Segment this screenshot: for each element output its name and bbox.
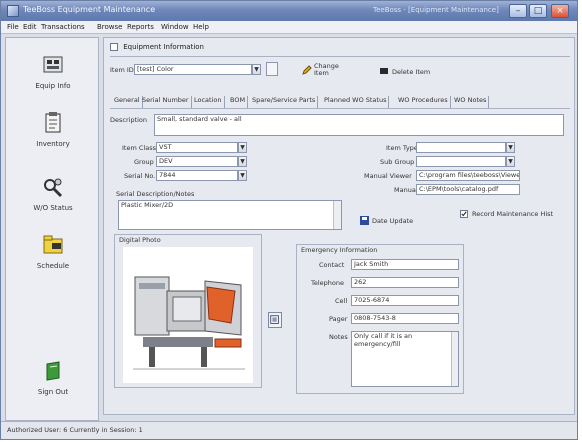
serial-no-field[interactable]: 7844: [156, 170, 238, 181]
menu-edit[interactable]: Edit: [23, 23, 37, 31]
status-bar: Authorized User: 6 Currently in Session:…: [1, 421, 577, 439]
tab-wo-procedures[interactable]: WO Procedures: [398, 96, 451, 108]
date-update-button[interactable]: Date Update: [372, 217, 413, 225]
maximize-button[interactable]: □: [529, 4, 547, 18]
notes-scrollbar[interactable]: [333, 201, 341, 229]
item-id-field[interactable]: [test] Color: [134, 64, 252, 75]
menu-reports[interactable]: Reports: [127, 23, 154, 31]
sub-group-field[interactable]: [416, 156, 506, 167]
pencil-icon: [302, 65, 312, 75]
nav-wo-status[interactable]: W/O Status: [6, 176, 100, 232]
wrench-icon: [44, 178, 63, 198]
item-class-label: Item Class: [122, 144, 156, 152]
title-bar[interactable]: TeeBoss Equipment Maintenance TeeBoss - …: [1, 1, 577, 21]
close-button[interactable]: ×: [551, 4, 569, 18]
group-field[interactable]: DEV: [156, 156, 238, 167]
item-id-dropdown[interactable]: ▼: [252, 64, 261, 75]
record-maint-checkbox[interactable]: [460, 210, 468, 218]
item-browse-button[interactable]: [266, 62, 278, 76]
serial-description-label: Serial Description/Notes: [116, 190, 195, 198]
app-window: TeeBoss Equipment Maintenance TeeBoss - …: [0, 0, 578, 440]
nav-label: Inventory: [36, 140, 70, 148]
minimize-button[interactable]: –: [509, 4, 527, 18]
notes-field[interactable]: Only call if it is an emergency/fill: [351, 331, 459, 387]
panel-checkbox[interactable]: [110, 43, 118, 51]
description-label: Description: [110, 116, 148, 124]
nav-inventory[interactable]: Inventory: [6, 112, 100, 168]
item-type-field[interactable]: [416, 142, 506, 153]
emergency-title: Emergency Information: [301, 246, 378, 254]
tab-spare-parts[interactable]: Spare/Service Parts: [252, 96, 319, 108]
pager-label: Pager: [329, 315, 348, 323]
contact-field[interactable]: Jack Smith: [351, 259, 459, 270]
menu-transactions[interactable]: Transactions: [41, 23, 85, 31]
item-type-label: Item Type: [386, 144, 418, 152]
item-class-dropdown[interactable]: ▼: [238, 142, 247, 153]
nav-label: Sign Out: [37, 388, 69, 396]
tab-bom[interactable]: BOM: [230, 96, 249, 108]
left-nav: Equip Info Inventory W/O Status Schedule…: [5, 37, 99, 421]
group-dropdown[interactable]: ▼: [238, 156, 247, 167]
folder-icon: [43, 235, 63, 254]
app-icon: [7, 5, 19, 17]
save-disk-icon: [360, 216, 369, 225]
digital-photo-label: Digital Photo: [119, 236, 161, 244]
notes-field-scrollbar[interactable]: [451, 332, 458, 386]
equipment-info-header: Equipment Information: [110, 43, 204, 51]
photo-browse-button[interactable]: [268, 312, 282, 328]
sub-group-dropdown[interactable]: ▼: [506, 156, 515, 167]
tab-serial-number[interactable]: Serial Number: [142, 96, 192, 108]
delete-item-button[interactable]: Delete Item: [392, 68, 430, 76]
equipment-photo: [123, 247, 253, 383]
manual-viewer-field[interactable]: C:\program files\teeboss\Viewer.exe: [416, 170, 520, 181]
nav-equip-info[interactable]: Equip Info: [6, 54, 100, 110]
book-icon: [46, 361, 60, 381]
nav-sign-out[interactable]: Sign Out: [6, 360, 100, 416]
record-maint-label: Record Maintenance Hist: [472, 210, 554, 218]
item-type-dropdown[interactable]: ▼: [506, 142, 515, 153]
group-label: Group: [134, 158, 154, 166]
menu-help[interactable]: Help: [193, 23, 209, 31]
equipment-panel: Equipment Information Item ID [test] Col…: [103, 37, 575, 415]
menu-file[interactable]: File: [7, 23, 19, 31]
gear-icon: [43, 56, 63, 73]
delete-icon: [380, 68, 388, 74]
sub-group-label: Sub Group: [380, 158, 415, 166]
telephone-label: Telephone: [311, 279, 345, 287]
nav-schedule[interactable]: Schedule: [6, 234, 100, 290]
tab-general[interactable]: General: [114, 96, 143, 108]
item-class-field[interactable]: VST: [156, 142, 238, 153]
cell-field[interactable]: 7025-6874: [351, 295, 459, 306]
nav-label: Schedule: [36, 262, 70, 270]
clipboard-icon: [45, 112, 61, 133]
tab-location[interactable]: Location: [194, 96, 225, 108]
emergency-panel: Emergency Information Contact Jack Smith…: [296, 244, 464, 394]
window-title: TeeBoss Equipment Maintenance: [23, 5, 156, 14]
notes-label: Notes: [329, 333, 348, 341]
serial-description-field[interactable]: Plastic Mixer/2D: [118, 200, 342, 230]
cell-label: Cell: [335, 297, 348, 305]
telephone-field[interactable]: 262: [351, 277, 459, 288]
tab-wo-notes[interactable]: WO Notes: [454, 96, 490, 108]
manual-field[interactable]: C:\EPM\tools\catalog.pdf: [416, 184, 520, 195]
nav-label: W/O Status: [33, 204, 73, 212]
status-text: Authorized User: 6 Currently in Session:…: [7, 426, 143, 434]
panel-title: Equipment Information: [123, 43, 204, 51]
item-id-label: Item ID: [110, 66, 134, 74]
tab-planned-wo-status[interactable]: Planned WO Status: [324, 96, 390, 108]
menu-window[interactable]: Window: [161, 23, 189, 31]
manual-viewer-label: Manual Viewer: [364, 172, 412, 180]
manual-label: Manual: [394, 186, 418, 194]
nav-label: Equip Info: [35, 82, 71, 90]
serial-no-dropdown[interactable]: ▼: [238, 170, 247, 181]
menu-browse[interactable]: Browse: [97, 23, 123, 31]
digital-photo-panel: Digital Photo: [114, 234, 262, 388]
pager-field[interactable]: 0808-7543-8: [351, 313, 459, 324]
change-item-button[interactable]: Change Item: [314, 63, 346, 77]
serial-no-label: Serial No.: [124, 172, 156, 180]
menu-bar: File Edit Transactions Browse Reports Wi…: [1, 21, 577, 34]
contact-label: Contact: [319, 261, 345, 269]
window-title-secondary: TeeBoss - [Equipment Maintenance]: [373, 6, 499, 14]
description-field[interactable]: Small, standard valve - all: [154, 114, 564, 136]
